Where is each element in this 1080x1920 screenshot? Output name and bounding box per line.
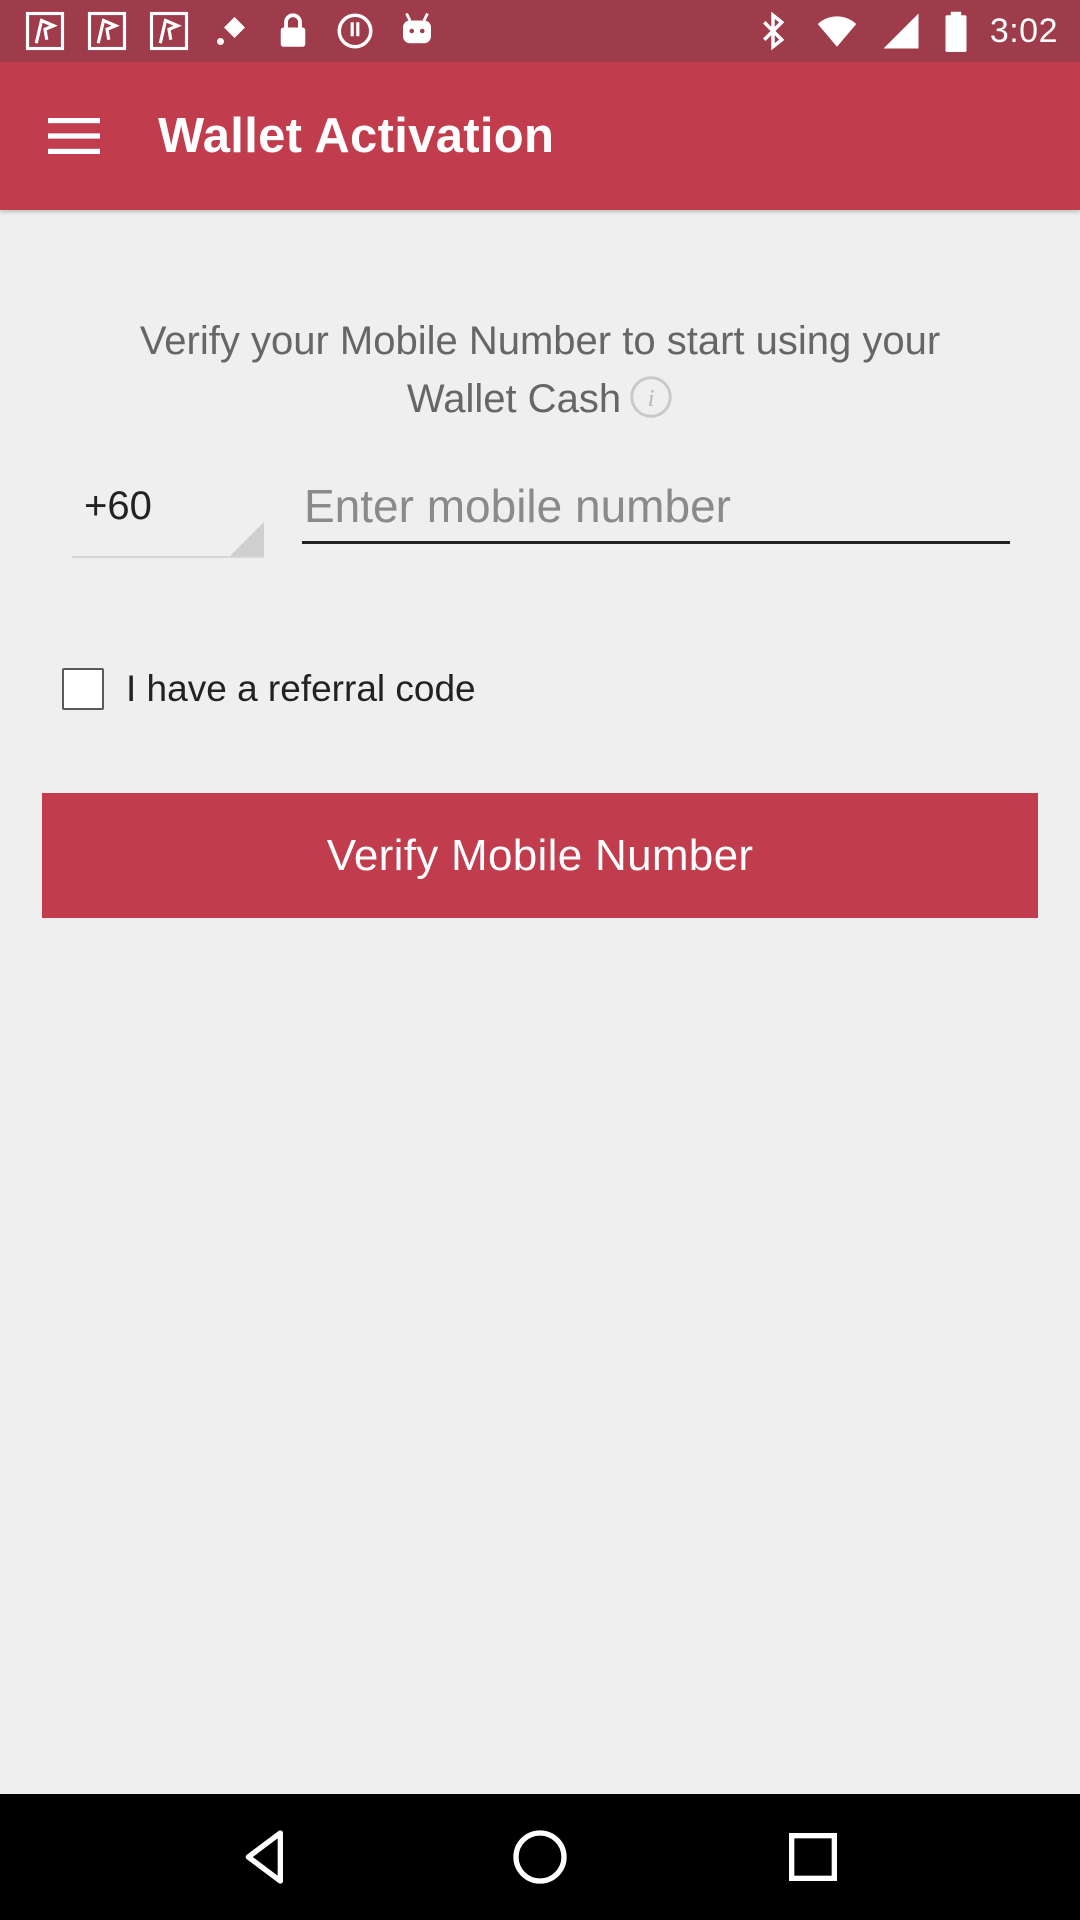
verify-mobile-number-button[interactable]: Verify Mobile Number bbox=[42, 793, 1038, 918]
maps-icon bbox=[24, 10, 66, 52]
dropdown-triangle-icon bbox=[230, 522, 264, 556]
country-code-spinner[interactable]: +60 bbox=[72, 470, 264, 558]
status-bar: 3:02 bbox=[0, 0, 1080, 62]
referral-label: I have a referral code bbox=[126, 668, 476, 709]
intro-line-1: Verify your Mobile Number to start using… bbox=[139, 319, 941, 363]
recents-icon bbox=[789, 1833, 838, 1881]
navigation-bar bbox=[0, 1794, 1080, 1920]
mobile-number-input[interactable] bbox=[302, 470, 1010, 544]
intro-text: Verify your Mobile Number to start using… bbox=[90, 312, 990, 428]
home-button[interactable] bbox=[500, 1817, 580, 1897]
referral-checkbox[interactable] bbox=[62, 668, 104, 710]
info-icon[interactable]: i bbox=[629, 375, 673, 419]
alert-icon bbox=[334, 10, 376, 52]
bluetooth-icon bbox=[752, 10, 794, 52]
back-button[interactable] bbox=[227, 1817, 307, 1897]
maps-icon bbox=[148, 10, 190, 52]
app-bar: Wallet Activation bbox=[0, 62, 1080, 210]
page-title: Wallet Activation bbox=[158, 109, 555, 163]
recents-button[interactable] bbox=[773, 1817, 853, 1897]
menu-button[interactable] bbox=[24, 86, 124, 186]
android-icon bbox=[396, 10, 438, 52]
country-code-value: +60 bbox=[84, 484, 152, 528]
maps-icon bbox=[86, 10, 128, 52]
referral-checkbox-row[interactable]: I have a referral code bbox=[62, 664, 476, 714]
intro-line-2-row: Wallet Cash i bbox=[90, 370, 990, 428]
home-icon bbox=[513, 1830, 567, 1884]
notification-icons bbox=[24, 10, 438, 52]
battery-icon bbox=[944, 10, 968, 52]
intro-line-2: Wallet Cash bbox=[406, 377, 622, 421]
menu-icon bbox=[48, 118, 100, 154]
clock: 3:02 bbox=[989, 11, 1058, 50]
back-icon bbox=[245, 1830, 283, 1884]
wifi-icon bbox=[816, 10, 858, 52]
system-icons: 3:02 bbox=[752, 10, 1058, 52]
fake-gps-icon bbox=[210, 10, 252, 52]
signal-icon bbox=[880, 10, 922, 52]
svg-text:i: i bbox=[648, 387, 655, 413]
lock-icon bbox=[272, 10, 314, 52]
